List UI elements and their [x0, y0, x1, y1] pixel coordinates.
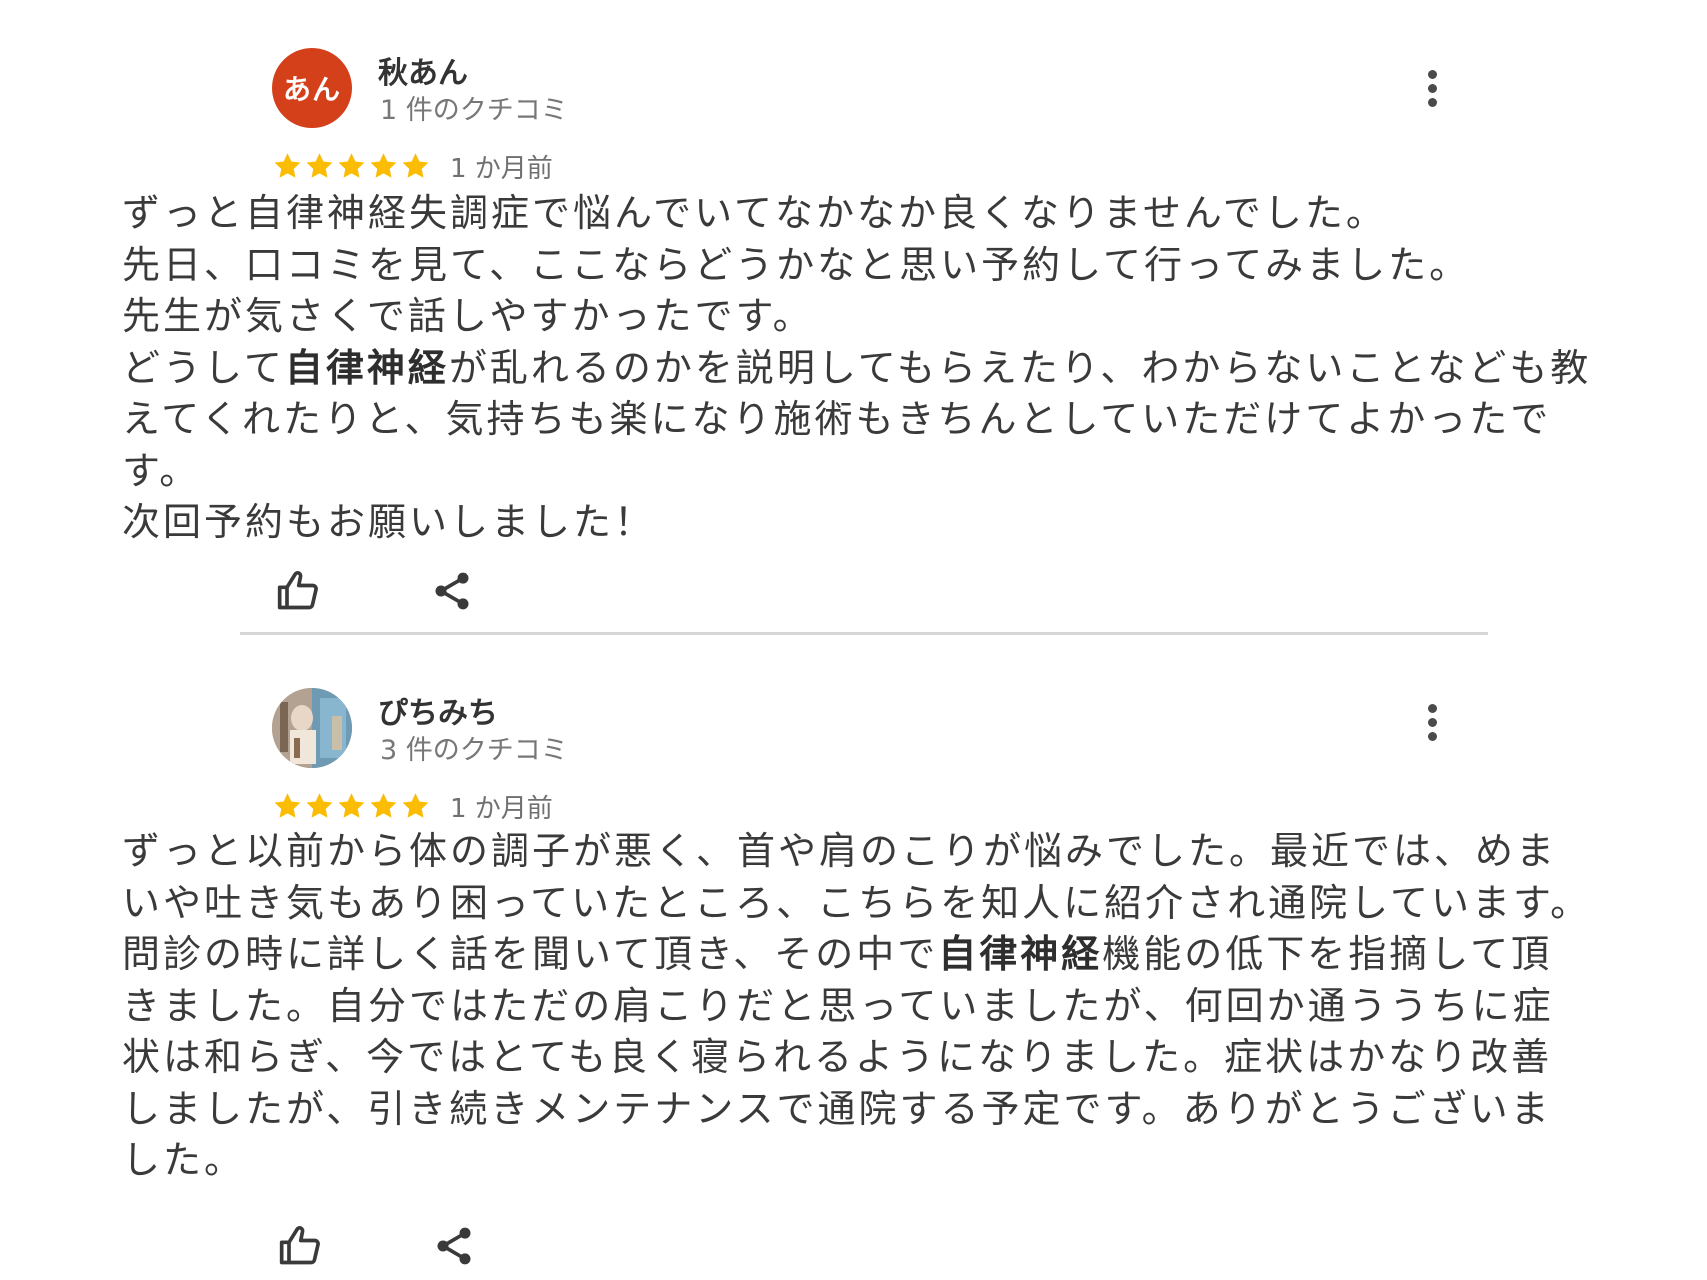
- star-icon: [274, 793, 301, 818]
- star-icon: [274, 153, 301, 178]
- thumb-up-icon: [279, 1225, 320, 1265]
- review-text: ずっと以前から体の調子が悪く、首や肩のこりが悩みでした。最近では、めまいや吐き気…: [122, 826, 1592, 1187]
- star-icon: [306, 793, 333, 818]
- profile-photo-image: [272, 688, 352, 768]
- avatar[interactable]: あん: [272, 48, 352, 128]
- star-rating: [272, 791, 431, 821]
- more-vert-icon-dot: [1427, 83, 1437, 93]
- review-card: ぴちみち 3 件のクチコミ 1 か月前 ずっと以前から体の調子が悪く、首や肩のこ…: [0, 638, 1707, 1280]
- star-icon: [370, 793, 397, 818]
- share-button[interactable]: [426, 565, 478, 617]
- star-icon: [402, 153, 429, 178]
- more-options-button[interactable]: [1412, 692, 1452, 752]
- share-button[interactable]: [428, 1220, 480, 1272]
- review-date: 1 か月前: [450, 793, 553, 824]
- like-button[interactable]: [274, 1220, 326, 1272]
- reviewer-name[interactable]: 秋あん: [378, 48, 468, 92]
- more-options-button[interactable]: [1412, 58, 1452, 118]
- more-vert-icon: [1427, 69, 1437, 79]
- reviewer-name[interactable]: ぴちみち: [378, 688, 498, 732]
- review-count: 1 件のクチコミ: [380, 95, 568, 126]
- star-icon: [338, 153, 365, 178]
- like-button[interactable]: [272, 565, 324, 617]
- star-rating: [272, 151, 431, 181]
- rating-row: 1 か月前: [272, 788, 553, 824]
- more-vert-icon-dot: [1427, 97, 1437, 107]
- star-icon: [306, 153, 333, 178]
- share-icon: [435, 572, 469, 610]
- more-vert-icon-dot: [1427, 731, 1437, 741]
- more-vert-icon: [1427, 703, 1437, 713]
- rating-row: 1 か月前: [272, 148, 553, 184]
- highlighted-keyword: 自律神経: [938, 932, 1103, 976]
- star-icon: [338, 793, 365, 818]
- star-icon: [370, 153, 397, 178]
- review-date: 1 か月前: [450, 153, 553, 184]
- review-card: あん 秋あん 1 件のクチコミ 1 か月前 ずっと自律神経失調症で悩んでいてなか…: [0, 0, 1707, 636]
- star-icon: [402, 793, 429, 818]
- avatar[interactable]: [272, 688, 352, 768]
- thumb-up-icon: [277, 570, 318, 610]
- review-text: ずっと自律神経失調症で悩んでいてなかなか良くなりませんでした。 先日、口コミを見…: [122, 188, 1592, 549]
- review-count: 3 件のクチコミ: [380, 735, 568, 766]
- share-icon: [437, 1227, 471, 1265]
- more-vert-icon-dot: [1427, 717, 1437, 727]
- highlighted-keyword: 自律神経: [284, 345, 449, 390]
- divider: [240, 632, 1488, 635]
